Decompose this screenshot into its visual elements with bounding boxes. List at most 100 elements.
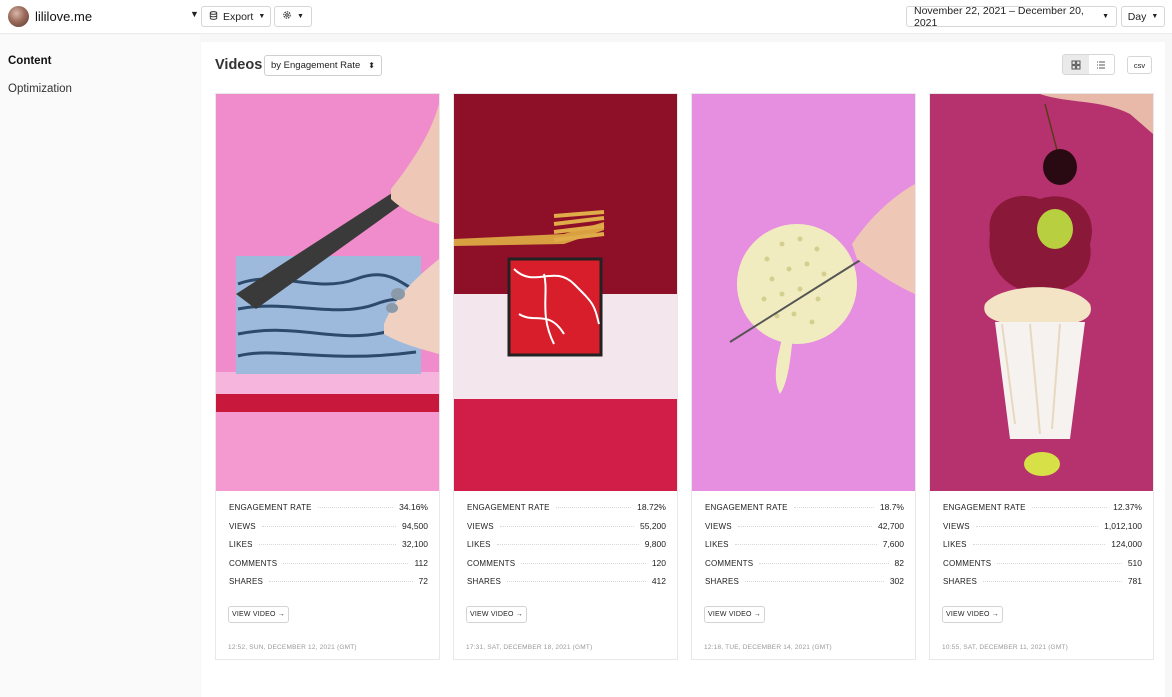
list-view-icon[interactable] — [1089, 55, 1115, 74]
view-video-button[interactable]: VIEW VIDEO → — [942, 606, 1003, 623]
metric-label: ENGAGEMENT RATE — [229, 503, 312, 512]
sort-label: by Engagement Rate — [271, 60, 361, 71]
dotted-leader — [499, 525, 634, 527]
metric-likes: LIKES 32,100 — [229, 539, 428, 558]
metric-value: 42,700 — [878, 520, 904, 531]
metric-label: VIEWS — [705, 521, 732, 531]
metric-value: 124,000 — [1111, 539, 1142, 549]
metric-value: 72 — [418, 576, 428, 586]
date-range-picker[interactable]: November 22, 2021 – December 20, 2021 ▼ — [906, 5, 1117, 29]
chevron-down-icon: ▼ — [258, 13, 266, 20]
grid-view-icon[interactable] — [1063, 55, 1089, 74]
view-video-button[interactable]: VIEW VIDEO → — [228, 606, 289, 623]
post-timestamp: 12:18, TUE, DECEMBER 14, 2021 (GMT) — [704, 644, 832, 651]
metric-comments: COMMENTS 510 — [943, 558, 1142, 577]
settings-button[interactable]: ▼ — [274, 6, 312, 27]
video-card: ENGAGEMENT RATE 34.16% VIEWS 94,500 LIKES 3… — [215, 93, 440, 660]
account-dropdown-caret-icon[interactable]: ▼ — [190, 9, 199, 19]
top-bar: lililove.me ▼ Export ▼ ▼ November 22, 20… — [0, 0, 1172, 34]
metric-views: VIEWS 1,012,100 — [943, 521, 1142, 540]
video-thumbnail[interactable] — [692, 94, 915, 491]
metric-comments: COMMENTS 120 — [467, 558, 666, 577]
video-thumbnail[interactable] — [216, 94, 439, 491]
dotted-leader — [1031, 507, 1108, 508]
metric-engagement-rate: ENGAGEMENT RATE 18.7% — [705, 502, 904, 521]
database-icon — [209, 10, 218, 23]
metric-label: SHARES — [229, 577, 264, 586]
metric-engagement-rate: ENGAGEMENT RATE 12.37% — [943, 502, 1142, 521]
view-video-button[interactable]: VIEW VIDEO → — [466, 606, 527, 623]
granularity-select[interactable]: Day ▼ — [1121, 6, 1165, 27]
metric-label: COMMENTS — [705, 558, 754, 568]
dotted-leader — [997, 562, 1122, 564]
video-card: ENGAGEMENT RATE 18.7% VIEWS 42,700 LIKES 7,… — [691, 93, 916, 660]
metric-label: COMMENTS — [467, 558, 516, 568]
dotted-leader — [793, 507, 874, 508]
metric-label: SHARES — [467, 577, 502, 586]
sidebar-item-optimization[interactable]: Optimization — [8, 83, 72, 95]
metric-label: LIKES — [467, 540, 491, 549]
metric-label: LIKES — [705, 540, 729, 549]
chevron-down-icon: ▼ — [297, 13, 304, 20]
metric-value: 510 — [1127, 557, 1142, 568]
dotted-leader — [283, 562, 409, 564]
metric-label: COMMENTS — [229, 558, 278, 568]
dotted-leader — [972, 544, 1106, 545]
video-metrics: ENGAGEMENT RATE 12.37% VIEWS 1,012,100 LIK… — [943, 502, 1142, 595]
dotted-leader — [258, 544, 396, 545]
metric-value: 781 — [1127, 576, 1142, 586]
videos-panel: Videos by Engagement Rate ⬍ csv ENGAGEME… — [201, 42, 1165, 697]
metric-views: VIEWS 42,700 — [705, 521, 904, 540]
dotted-leader — [734, 544, 877, 545]
metric-shares: SHARES 781 — [943, 576, 1142, 595]
page-title: Videos — [215, 57, 263, 73]
video-metrics: ENGAGEMENT RATE 18.72% VIEWS 55,200 LIKES 9… — [467, 502, 666, 595]
dotted-leader — [521, 562, 646, 564]
dotted-leader — [983, 581, 1122, 582]
metric-value: 32,100 — [402, 539, 428, 549]
metric-value: 120 — [651, 557, 666, 568]
dotted-leader — [759, 562, 889, 564]
dotted-leader — [496, 544, 639, 545]
dotted-leader — [269, 581, 413, 582]
export-button[interactable]: Export ▼ — [201, 6, 271, 27]
dotted-leader — [317, 507, 394, 508]
dotted-leader — [555, 507, 632, 508]
metric-label: LIKES — [229, 540, 253, 549]
metric-label: ENGAGEMENT RATE — [943, 503, 1026, 512]
post-timestamp: 17:31, SAT, DECEMBER 18, 2021 (GMT) — [466, 644, 593, 651]
post-timestamp: 12:52, SUN, DECEMBER 12, 2021 (GMT) — [228, 644, 357, 651]
metric-value: 302 — [889, 576, 904, 586]
account-name[interactable]: lililove.me — [35, 9, 92, 24]
metric-value: 112 — [414, 557, 428, 568]
post-timestamp: 10:55, SAT, DECEMBER 11, 2021 (GMT) — [942, 644, 1068, 651]
sidebar-item-content[interactable]: Content — [8, 55, 51, 67]
view-video-button[interactable]: VIEW VIDEO → — [704, 606, 765, 623]
metric-value: 34.16% — [399, 502, 428, 512]
sort-select[interactable]: by Engagement Rate ⬍ — [264, 55, 382, 76]
metric-views: VIEWS 94,500 — [229, 521, 428, 540]
video-card: ENGAGEMENT RATE 12.37% VIEWS 1,012,100 LIK… — [929, 93, 1154, 660]
metric-label: VIEWS — [943, 521, 970, 531]
metric-value: 9,800 — [644, 539, 666, 549]
chevron-down-icon: ▼ — [1151, 13, 1159, 20]
metric-shares: SHARES 72 — [229, 576, 428, 595]
metric-label: SHARES — [943, 577, 978, 586]
dotted-leader — [975, 525, 1099, 527]
video-thumbnail[interactable] — [454, 94, 677, 491]
metric-shares: SHARES 302 — [705, 576, 904, 595]
gear-icon — [282, 10, 292, 23]
granularity-label: Day — [1127, 10, 1147, 23]
metric-label: SHARES — [705, 577, 740, 586]
video-thumbnail[interactable] — [930, 94, 1153, 491]
metric-label: ENGAGEMENT RATE — [467, 503, 550, 512]
account-avatar[interactable] — [8, 6, 29, 27]
metric-value: 1,012,100 — [1104, 520, 1142, 531]
metric-views: VIEWS 55,200 — [467, 521, 666, 540]
sidebar: Content Optimization — [0, 35, 200, 697]
video-metrics: ENGAGEMENT RATE 34.16% VIEWS 94,500 LIKES 3… — [229, 502, 428, 595]
metric-value: 18.7% — [879, 502, 904, 512]
csv-download-button[interactable]: csv — [1127, 56, 1152, 74]
metric-likes: LIKES 9,800 — [467, 539, 666, 558]
dotted-leader — [507, 581, 646, 582]
